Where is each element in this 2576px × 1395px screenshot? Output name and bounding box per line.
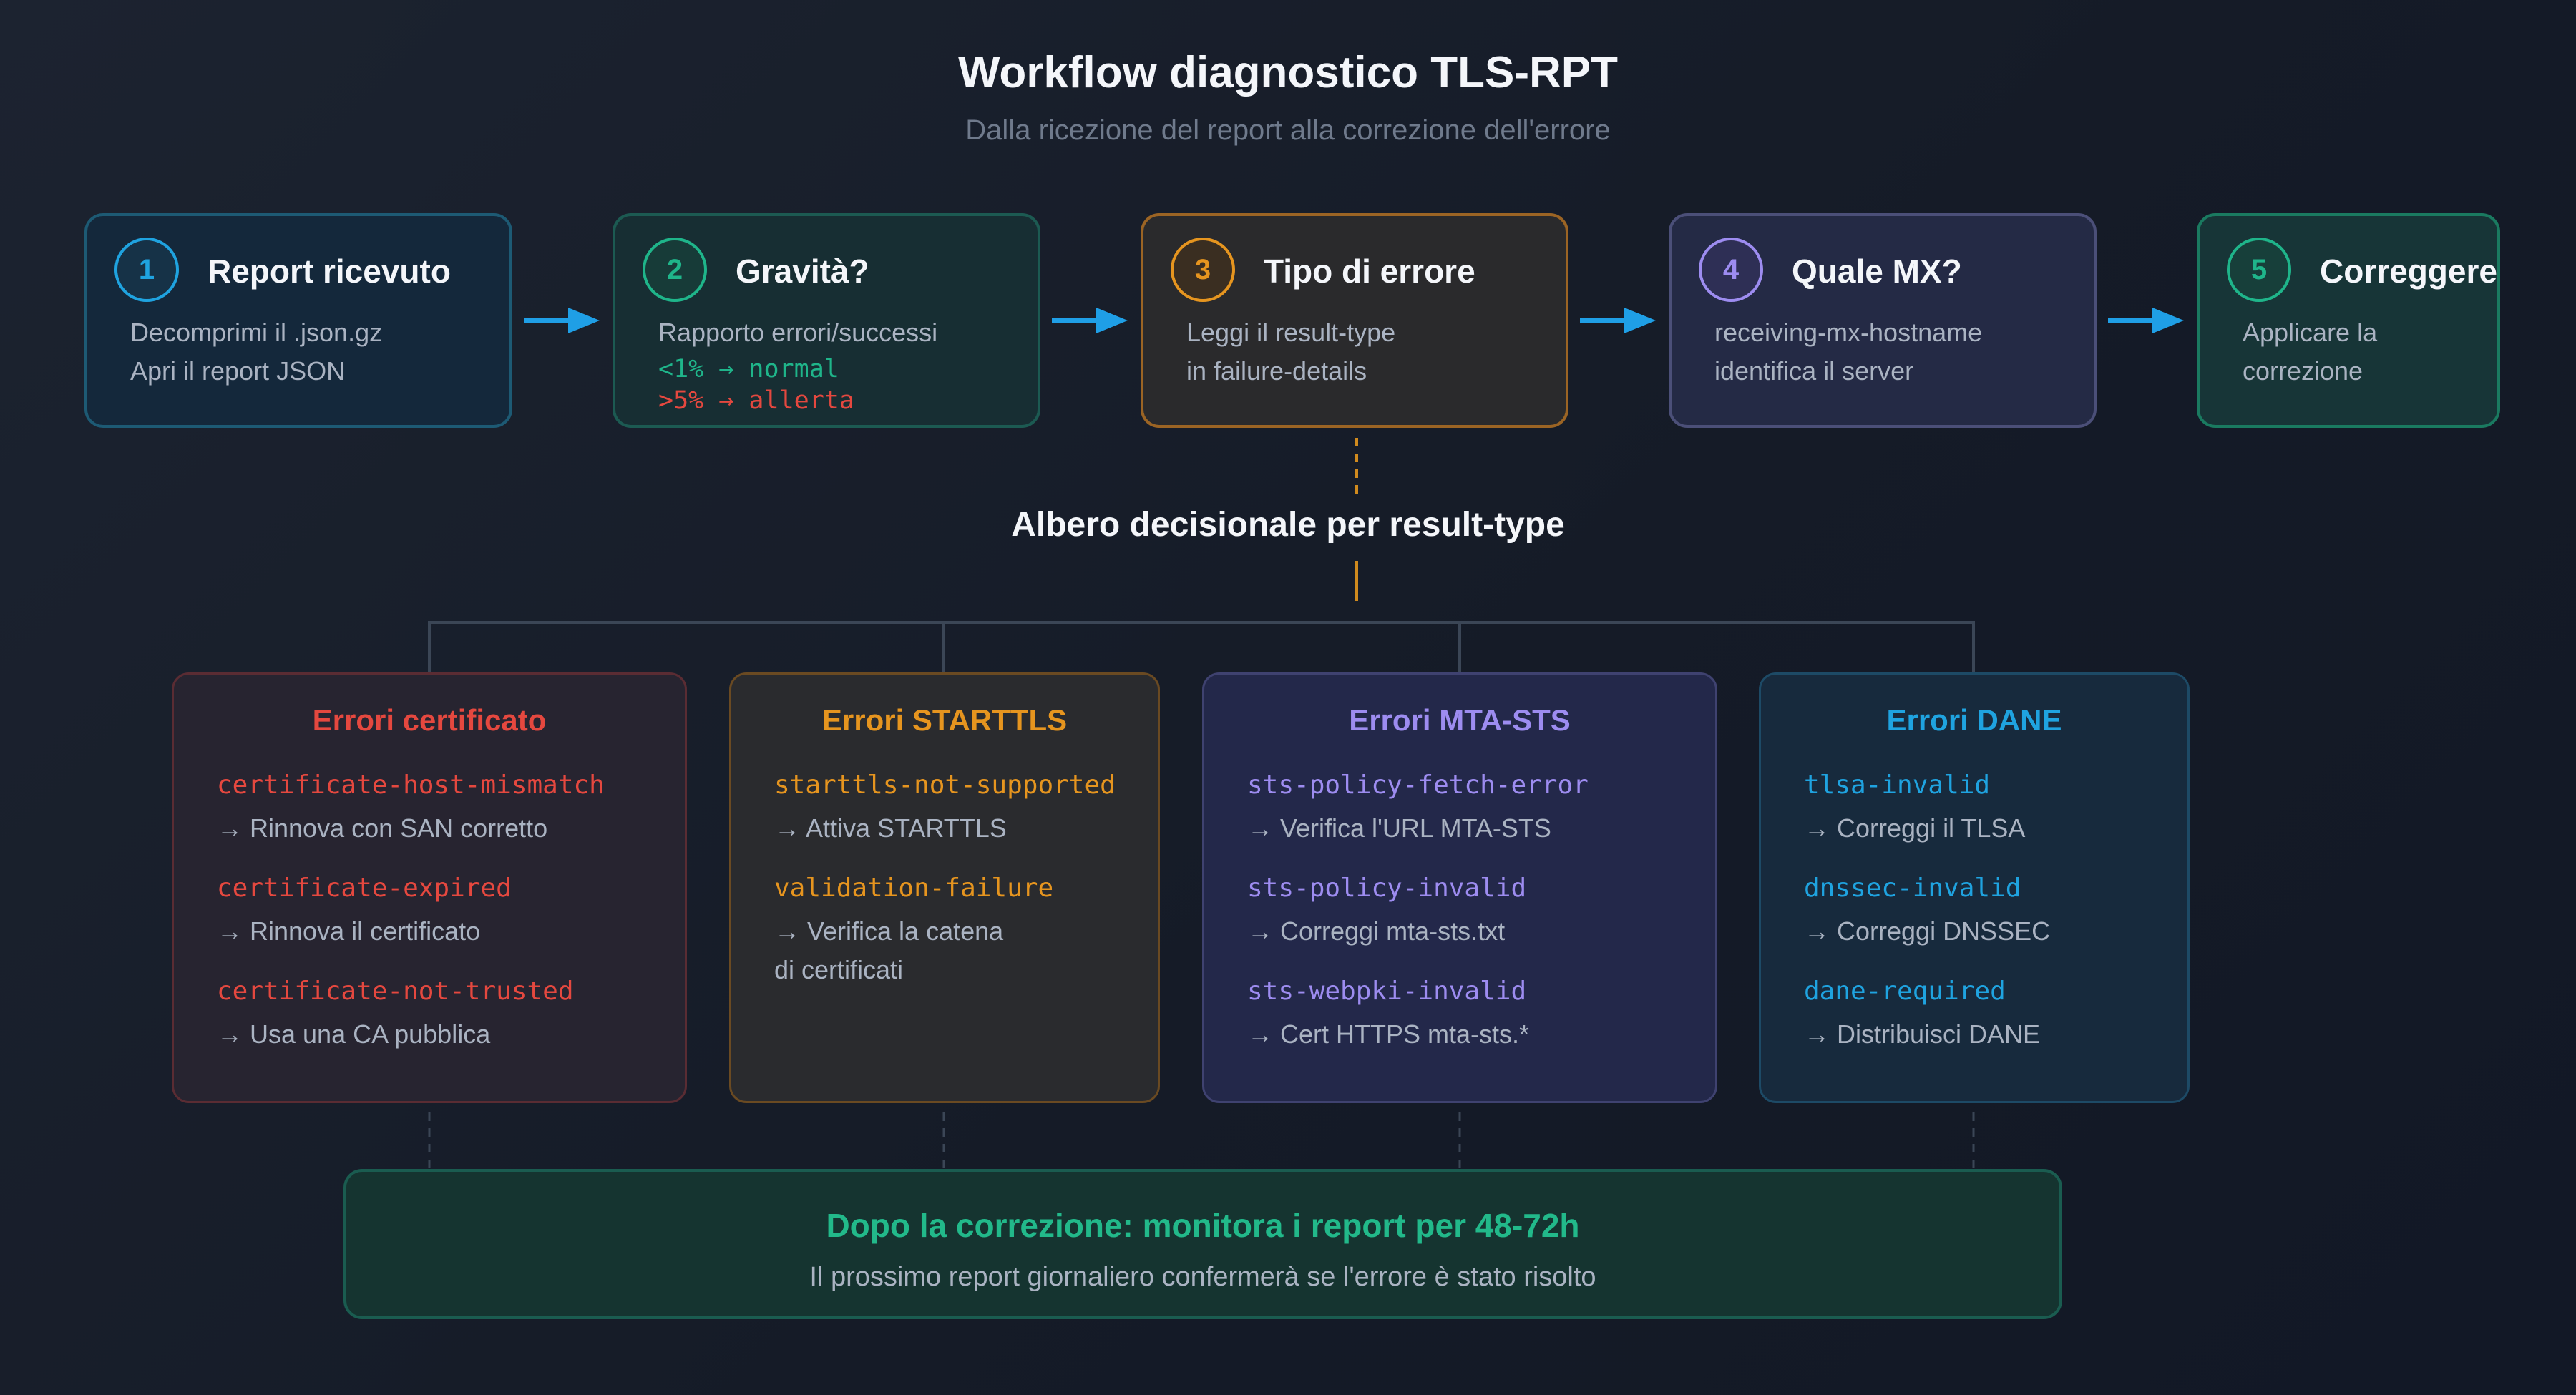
- result-type-code: sts-webpki-invalid: [1247, 976, 1527, 1006]
- monitoring-callout: Dopo la correzione: monitora i report pe…: [343, 1169, 2062, 1319]
- result-type-action: → Verifica l'URL MTA-STS: [1247, 813, 1551, 843]
- arrow-right-icon: [2108, 308, 2184, 333]
- step-title: Quale MX?: [1792, 253, 1962, 290]
- result-type-code: sts-policy-invalid: [1247, 873, 1527, 903]
- decision-tree-label: Albero decisionale per result-type: [1011, 506, 1565, 544]
- step-description: Apri il report JSON: [130, 356, 346, 386]
- monitoring-title: Dopo la correzione: monitora i report pe…: [826, 1207, 1580, 1244]
- result-type-action: → Correggi mta-sts.txt: [1247, 916, 1506, 946]
- page-title: Workflow diagnostico TLS-RPT: [958, 48, 1618, 97]
- result-type-code: certificate-expired: [217, 873, 512, 903]
- result-type-action: → Rinnova con SAN corretto: [217, 813, 548, 843]
- step-severity: 2 Gravità? Rapporto errori/successi <1% …: [613, 213, 1040, 428]
- category-certificate-errors: Errori certificato certificate-host-mism…: [172, 672, 687, 1103]
- threshold-alert: >5% → allerta: [658, 386, 854, 415]
- category-mta-sts-errors: Errori MTA-STS sts-policy-fetch-error → …: [1202, 672, 1717, 1103]
- step-description: Decomprimi il .json.gz: [130, 318, 383, 347]
- step-description: Applicare la: [2243, 318, 2378, 347]
- result-type-code: tlsa-invalid: [1804, 770, 1991, 800]
- step-title: Tipo di errore: [1264, 253, 1475, 290]
- category-title: Errori certificato: [312, 703, 547, 737]
- step-report-received: 1 Report ricevuto Decomprimi il .json.gz…: [84, 213, 512, 428]
- step-description: receiving-mx-hostname: [1714, 318, 1983, 347]
- step-error-type: 3 Tipo di errore Leggi il result-type in…: [1141, 213, 1568, 428]
- step-number-badge: 1: [114, 238, 179, 302]
- result-type-action: di certificati: [774, 955, 904, 984]
- step-description: in failure-details: [1186, 356, 1367, 386]
- category-starttls-errors: Errori STARTTLS starttls-not-supported →…: [729, 672, 1160, 1103]
- step-description: correzione: [2243, 356, 2363, 386]
- result-type-action: → Verifica la catena: [774, 916, 1004, 946]
- result-type-action: → Cert HTTPS mta-sts.*: [1247, 1019, 1530, 1049]
- step-title: Correggere: [2320, 253, 2497, 290]
- step-title: Gravità?: [736, 253, 869, 290]
- step-number-badge: 3: [1171, 238, 1235, 302]
- category-title: Errori MTA-STS: [1349, 703, 1571, 737]
- step-number-badge: 4: [1699, 238, 1763, 302]
- result-type-action: → Distribuisci DANE: [1804, 1019, 2041, 1049]
- result-type-action: → Correggi DNSSEC: [1804, 916, 2051, 946]
- step-which-mx: 4 Quale MX? receiving-mx-hostname identi…: [1669, 213, 2097, 428]
- category-dane-errors: Errori DANE tlsa-invalid → Correggi il T…: [1759, 672, 2190, 1103]
- result-type-code: dane-required: [1804, 976, 2006, 1006]
- step-fix: 5 Correggere Applicare la correzione: [2197, 213, 2500, 428]
- result-type-action: → Rinnova il certificato: [217, 916, 481, 946]
- threshold-normal: <1% → normal: [658, 355, 839, 383]
- result-type-action: → Attiva STARTTLS: [774, 813, 1007, 843]
- step-title: Report ricevuto: [208, 253, 451, 290]
- step-description: Leggi il result-type: [1186, 318, 1396, 347]
- monitoring-text: Il prossimo report giornaliero confermer…: [809, 1262, 1596, 1292]
- step-number-badge: 5: [2227, 238, 2291, 302]
- result-type-action: → Correggi il TLSA: [1804, 813, 2026, 843]
- result-type-code: sts-policy-fetch-error: [1247, 770, 1589, 800]
- category-title: Errori STARTTLS: [821, 703, 1068, 737]
- arrow-right-icon: [1052, 308, 1128, 333]
- page-subtitle: Dalla ricezione del report alla correzio…: [965, 114, 1611, 146]
- step-description: Rapporto errori/successi: [658, 318, 938, 347]
- result-type-action: → Usa una CA pubblica: [217, 1019, 491, 1049]
- result-type-code: dnssec-invalid: [1804, 873, 2021, 903]
- result-type-code: starttls-not-supported: [774, 770, 1116, 800]
- step-description: identifica il server: [1714, 356, 1914, 386]
- arrow-right-icon: [1580, 308, 1656, 333]
- arrow-right-icon: [524, 308, 600, 333]
- step-number-badge: 2: [643, 238, 707, 302]
- category-title: Errori DANE: [1886, 703, 2062, 737]
- result-type-code: validation-failure: [774, 873, 1054, 903]
- result-type-code: certificate-host-mismatch: [217, 770, 605, 800]
- result-type-code: certificate-not-trusted: [217, 976, 574, 1006]
